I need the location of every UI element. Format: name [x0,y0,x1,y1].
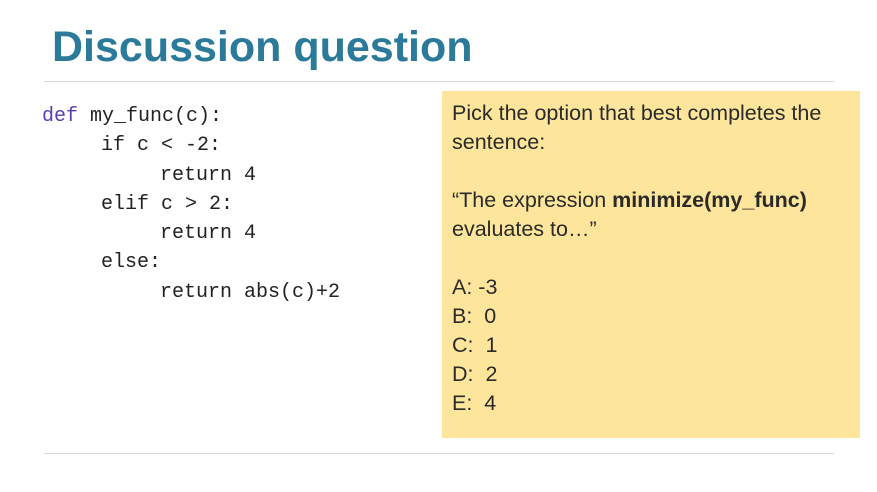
top-divider [44,81,834,82]
code-line: elif c > 2: [42,190,340,219]
code-text: elif c > 2: [101,192,234,216]
slide-title: Discussion question [52,23,473,71]
option-e: E: 4 [452,391,497,415]
question-card: Pick the option that best completes the … [442,91,860,438]
code-text: return abs(c)+2 [160,280,341,304]
def-keyword: def [42,105,79,128]
question-quote: “The expression minimize(my_func)evaluat… [452,186,850,244]
option-d: D: 2 [452,362,498,386]
code-line: return 4 [42,161,340,190]
quote-end: evaluates to…” [452,217,597,241]
option-a: A: -3 [452,275,498,299]
code-line: def my_func(c): [42,102,340,131]
code-line: if c < -2: [42,131,340,160]
code-text: my_func(c): [78,105,223,128]
code-block: def my_func(c): if c < -2: return 4 elif… [42,102,340,307]
code-line: else: [42,248,340,277]
option-c: C: 1 [452,333,498,357]
code-line: return abs(c)+2 [42,278,340,307]
code-text: return 4 [160,163,257,187]
option-b: B: 0 [452,304,497,328]
quote-function-call: minimize(my_func) [612,188,807,212]
code-line: return 4 [42,219,340,248]
bottom-divider [44,453,834,454]
code-text: else: [101,251,162,275]
quote-start: “The expression [452,188,613,212]
code-text: if c < -2: [101,134,222,158]
question-prompt: Pick the option that best completes the … [452,101,822,154]
code-text: return 4 [160,222,257,246]
